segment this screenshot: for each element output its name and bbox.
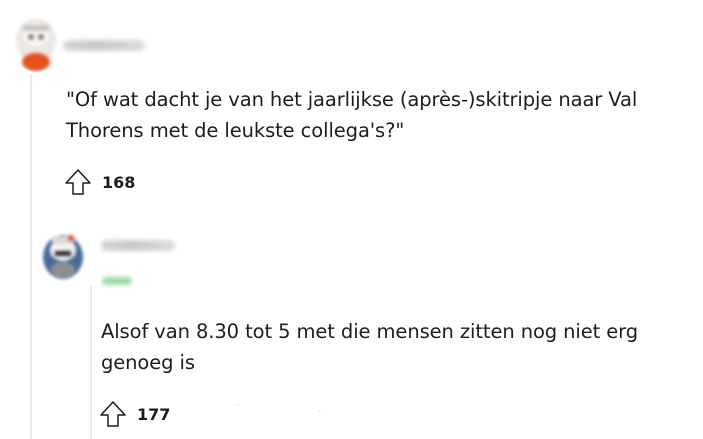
vote-count: 168 xyxy=(102,172,136,192)
arrow-up-outline-icon xyxy=(65,169,91,195)
thread-line[interactable] xyxy=(90,286,92,439)
arrow-up-outline-icon xyxy=(100,401,126,427)
comment-thread: "Of wat dacht je van het jaarlijkse (apr… xyxy=(0,0,703,439)
upvote-button[interactable] xyxy=(97,398,129,430)
avatar[interactable] xyxy=(11,14,61,72)
comment-body: "Of wat dacht je van het jaarlijkse (apr… xyxy=(66,88,638,142)
avatar[interactable] xyxy=(40,230,86,282)
username[interactable] xyxy=(63,40,145,51)
user-flair xyxy=(102,277,132,285)
vote-bar: 168 xyxy=(62,166,135,198)
username[interactable] xyxy=(101,240,175,251)
vote-count: 177 xyxy=(137,404,171,424)
snoo-avatar-icon xyxy=(43,235,83,279)
divider xyxy=(318,410,321,412)
snoo-avatar-icon xyxy=(16,19,56,71)
thread-line[interactable] xyxy=(30,74,32,439)
vote-bar: 177 xyxy=(97,398,170,430)
divider xyxy=(236,404,239,406)
comment-body: Alsof van 8.30 tot 5 met die mensen zitt… xyxy=(101,320,639,374)
upvote-button[interactable] xyxy=(62,166,94,198)
